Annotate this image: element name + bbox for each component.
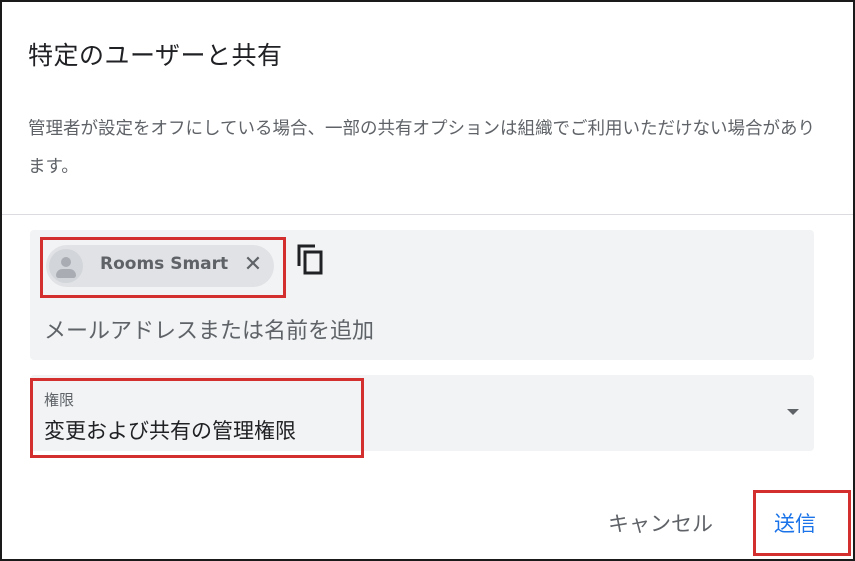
avatar-body [56, 269, 76, 278]
send-button[interactable]: 送信 [774, 505, 816, 541]
dialog-title: 特定のユーザーと共有 [28, 41, 283, 70]
person-avatar-icon [49, 249, 83, 283]
copy-icon-graphic [297, 244, 323, 275]
add-recipient-input[interactable] [44, 315, 744, 347]
dropdown-arrow-icon[interactable] [787, 409, 799, 415]
remove-recipient-icon[interactable]: ✕ [241, 252, 265, 278]
avatar-head [61, 257, 71, 267]
copy-icon[interactable] [295, 242, 325, 276]
permission-value: 変更および共有の管理権限 [44, 419, 296, 443]
permission-label: 権限 [44, 391, 75, 409]
cancel-button[interactable]: キャンセル [608, 505, 713, 541]
admin-notice: 管理者が設定をオフにしている場合、一部の共有オプションは組織でご利用いただけない… [28, 119, 815, 177]
recipient-chip-label: Rooms Smart [100, 254, 229, 274]
divider [2, 214, 853, 215]
share-dialog: 特定のユーザーと共有 管理者が設定をオフにしている場合、一部の共有オプションは組… [0, 0, 855, 561]
